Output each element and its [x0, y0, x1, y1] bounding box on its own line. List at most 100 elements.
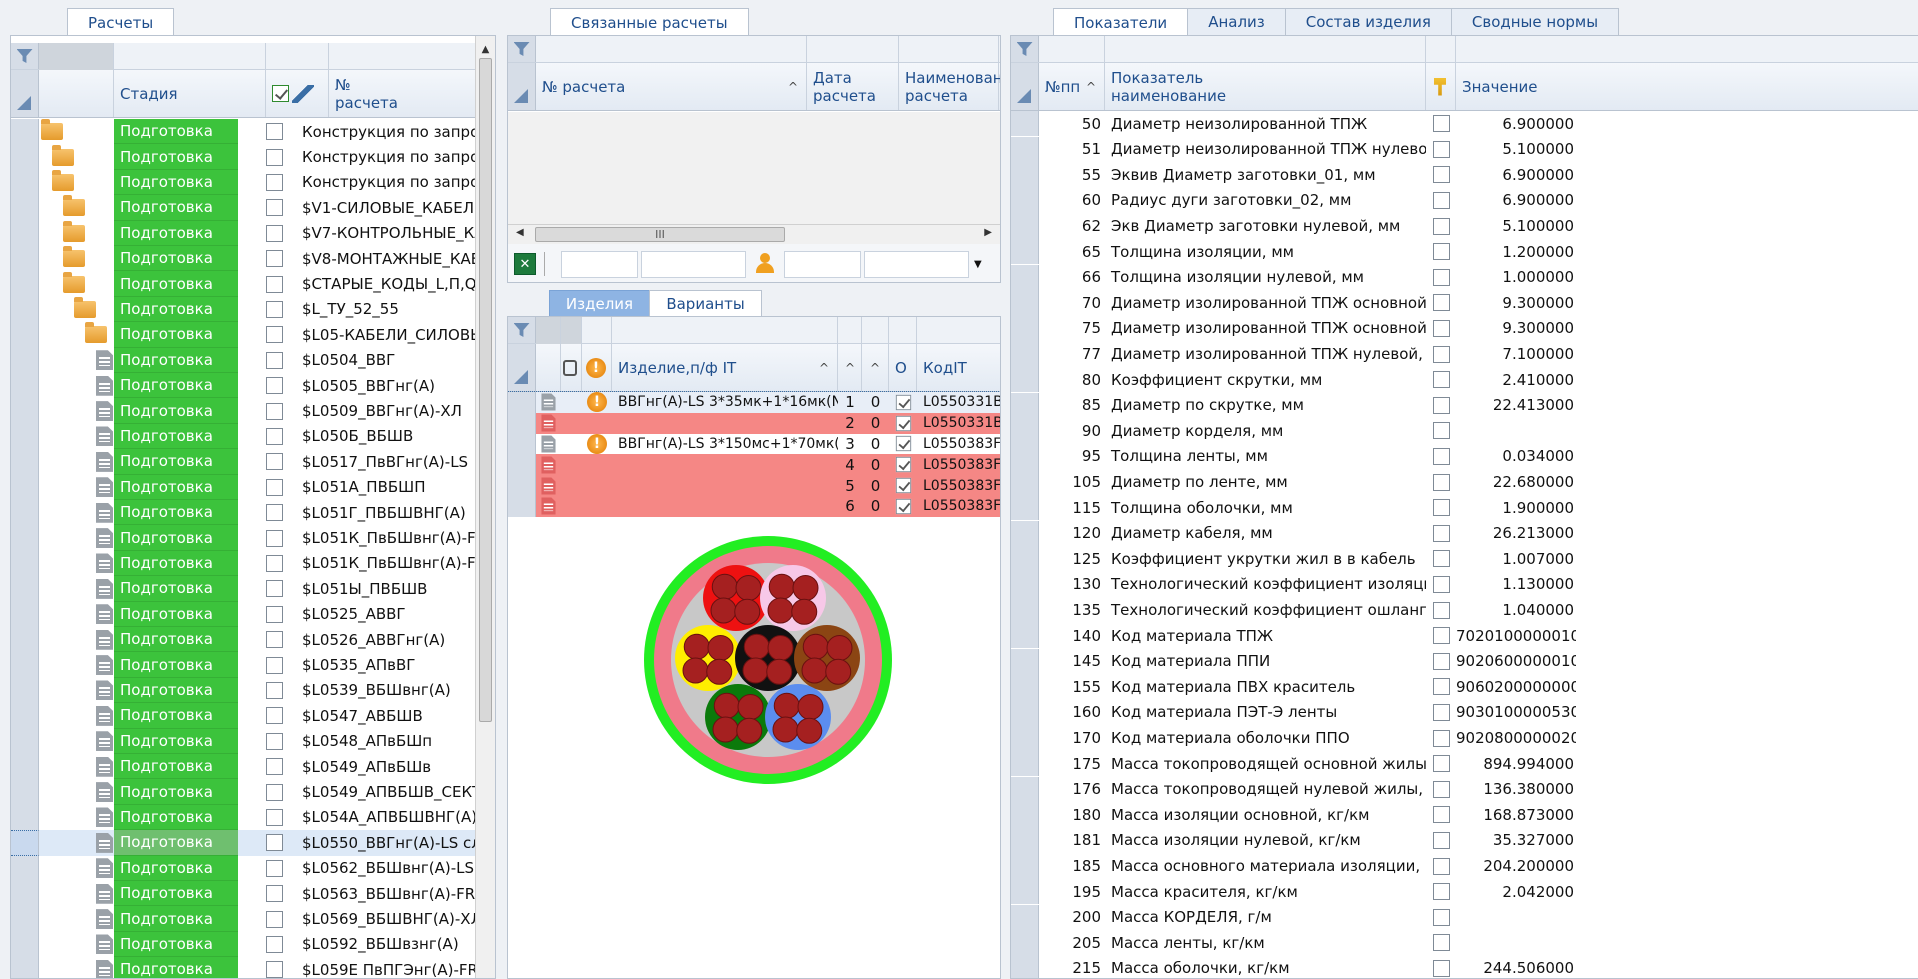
indicator-checkbox[interactable]: [1432, 191, 1450, 209]
document-icon[interactable]: [96, 401, 113, 422]
header-indicator-name[interactable]: Показатель наименование: [1105, 63, 1426, 110]
row-gutter[interactable]: [1011, 367, 1039, 393]
row-checkbox[interactable]: [265, 224, 283, 242]
folder-open-icon[interactable]: [85, 322, 107, 344]
excel-export-icon[interactable]: ✕: [514, 253, 536, 275]
folder-icon[interactable]: [63, 195, 85, 217]
calculation-row[interactable]: Подготовка $L0535_АПвВГ: [11, 652, 475, 678]
filter-cell-num[interactable]: [1039, 36, 1105, 63]
filter-cell-o[interactable]: [889, 317, 917, 344]
row-checkbox[interactable]: [265, 427, 283, 445]
tree-cell[interactable]: [39, 373, 114, 398]
row-gutter[interactable]: [11, 906, 39, 932]
calculation-row[interactable]: Подготовка $L0562_ВБШвнг(А)-LS слож: [11, 855, 475, 881]
indicator-checkbox[interactable]: [1432, 550, 1450, 568]
indicator-checkbox[interactable]: [1432, 396, 1450, 414]
document-icon[interactable]: [96, 705, 113, 726]
header-key[interactable]: [1426, 63, 1456, 110]
tree-cell[interactable]: [39, 195, 114, 220]
horizontal-scrollbar[interactable]: ◀ III ▶: [508, 224, 1000, 244]
document-icon[interactable]: [96, 807, 113, 828]
tab-items[interactable]: Изделия: [549, 290, 650, 317]
document-icon[interactable]: [96, 782, 113, 803]
filter-cell-icon[interactable]: [39, 43, 114, 70]
indicator-checkbox[interactable]: [1432, 601, 1450, 619]
calculation-row[interactable]: Подготовка $L051Ы_ПВБШВ: [11, 576, 475, 602]
tree-cell[interactable]: [39, 652, 114, 677]
row-gutter[interactable]: [1011, 520, 1039, 546]
filter-cell-number[interactable]: [329, 43, 489, 70]
indicator-checkbox[interactable]: [1432, 959, 1450, 977]
folder-open-icon[interactable]: [63, 271, 85, 293]
row-checkbox[interactable]: [265, 834, 283, 852]
document-icon[interactable]: [96, 731, 113, 752]
indicator-checkbox[interactable]: [1432, 755, 1450, 773]
indicator-row[interactable]: 140 Код материала ТПЖ 7020100000010: [1011, 623, 1918, 649]
row-gutter[interactable]: [11, 474, 39, 500]
vertical-scrollbar[interactable]: ▲: [475, 36, 495, 978]
tab-summary-norms[interactable]: Сводные нормы: [1450, 8, 1620, 35]
calculation-row[interactable]: Подготовка $L0539_ВБШвнг(А): [11, 677, 475, 704]
indicator-row[interactable]: 80 Коэффициент скрутки, мм 2.410000: [1011, 367, 1918, 393]
calculation-row[interactable]: Подготовка $L0517_ПвВГнг(А)-LS: [11, 449, 475, 475]
row-gutter[interactable]: [11, 754, 39, 780]
document-icon[interactable]: [541, 497, 556, 515]
row-gutter[interactable]: [1011, 392, 1039, 418]
row-gutter[interactable]: [11, 195, 39, 221]
tree-cell[interactable]: [39, 754, 114, 779]
document-icon[interactable]: [96, 451, 113, 472]
row-checkbox[interactable]: [265, 935, 283, 953]
calculation-row[interactable]: Подготовка $L0547_АВБШВ: [11, 703, 475, 729]
user-edit-icon[interactable]: [754, 252, 784, 276]
tab-related-calculations[interactable]: Связанные расчеты: [550, 8, 749, 36]
filter-cell-number[interactable]: [536, 36, 807, 63]
filter-cell-3[interactable]: [582, 317, 612, 344]
calculation-row[interactable]: Подготовка Конструкция по запросам: [11, 119, 475, 145]
row-gutter[interactable]: [1011, 111, 1039, 137]
indicator-row[interactable]: 120 Диаметр кабеля, мм 26.213000: [1011, 520, 1918, 546]
calculation-row[interactable]: Подготовка $L0549_АПВБШВ_СЕКТ: [11, 779, 475, 805]
tree-cell[interactable]: [39, 449, 114, 474]
item-row[interactable]: 20 L0550331B1: [508, 412, 1000, 434]
indicator-row[interactable]: 130 Технологический коэффициент изоляции 1…: [1011, 571, 1918, 598]
item-checkbox[interactable]: [895, 498, 911, 515]
row-gutter[interactable]: [11, 779, 39, 805]
folder-open-icon[interactable]: [52, 169, 74, 191]
filter-cell-date[interactable]: [807, 36, 899, 63]
tree-cell[interactable]: [39, 703, 114, 728]
row-checkbox[interactable]: [265, 326, 283, 344]
tree-cell[interactable]: [39, 729, 114, 754]
filter-cell-z[interactable]: [862, 317, 889, 344]
tree-cell[interactable]: [39, 500, 114, 525]
tree-cell[interactable]: [39, 779, 114, 804]
document-icon[interactable]: [96, 959, 113, 978]
row-checkbox[interactable]: [265, 199, 283, 217]
document-icon[interactable]: [96, 578, 113, 599]
tree-cell[interactable]: [39, 881, 114, 906]
row-gutter[interactable]: [11, 449, 39, 475]
row-gutter[interactable]: [11, 728, 39, 754]
tree-cell[interactable]: [39, 627, 114, 652]
document-icon[interactable]: [96, 426, 113, 447]
header-o[interactable]: О: [889, 344, 917, 391]
document-icon[interactable]: [96, 756, 113, 777]
row-checkbox[interactable]: [265, 631, 283, 649]
calculation-row[interactable]: Подготовка $L05-КАБЕЛИ_СИЛОВЫЕ1: [11, 322, 475, 348]
indicator-row[interactable]: 115 Толщина оболочки, мм 1.900000: [1011, 495, 1918, 521]
calculation-row[interactable]: Подготовка $L0505_ВВГнг(А): [11, 373, 475, 399]
header-code[interactable]: КодIT: [917, 344, 1000, 391]
row-gutter[interactable]: [1011, 725, 1039, 751]
calculation-row[interactable]: Подготовка $L051А_ПВБШП: [11, 474, 475, 500]
indicator-row[interactable]: 66 Толщина изоляции нулевой, мм 1.000000: [1011, 264, 1918, 290]
row-gutter[interactable]: [508, 433, 536, 455]
row-checkbox[interactable]: [265, 123, 283, 141]
filter-cell-n[interactable]: [838, 317, 862, 344]
row-gutter[interactable]: [11, 296, 39, 323]
filter-icon[interactable]: [513, 42, 530, 56]
row-gutter[interactable]: [11, 703, 39, 729]
indicator-row[interactable]: 77 Диаметр изолированной ТПЖ нулевой, мм 7…: [1011, 341, 1918, 367]
indicator-checkbox[interactable]: [1432, 883, 1450, 901]
row-gutter[interactable]: [11, 500, 39, 526]
toolbar-field-2[interactable]: [641, 250, 746, 278]
document-icon[interactable]: [96, 934, 113, 955]
